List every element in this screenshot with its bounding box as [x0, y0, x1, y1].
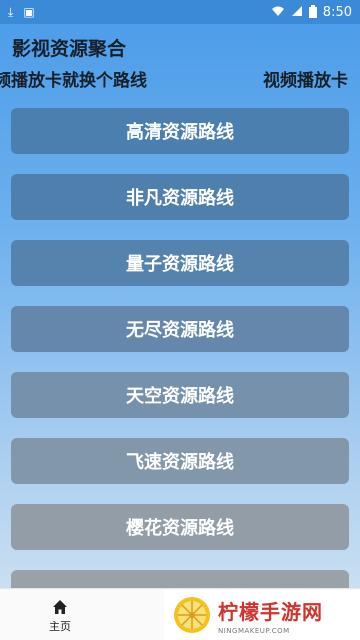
page-title: 影视资源聚合 — [12, 38, 127, 60]
route-list: 高清资源路线 非凡资源路线 量子资源路线 无尽资源路线 天空资源路线 飞速资源路… — [11, 108, 349, 636]
route-button-hd[interactable]: 高清资源路线 — [11, 108, 349, 154]
route-button-feisu[interactable]: 飞速资源路线 — [11, 438, 349, 484]
watermark: 柠檬手游网 NINGMAKEUP.COM — [164, 590, 360, 640]
route-button-yinghua[interactable]: 樱花资源路线 — [11, 504, 349, 550]
marquee-notice: 频播放卡就换个路线 视频播放卡 — [0, 66, 360, 92]
lemon-logo-icon — [174, 597, 210, 633]
marquee-text-right: 视频播放卡 — [263, 71, 348, 91]
route-button-tiankong[interactable]: 天空资源路线 — [11, 372, 349, 418]
clock: 8:50 — [322, 4, 352, 20]
download-icon: ⤓ — [8, 5, 14, 19]
watermark-title: 柠檬手游网 — [218, 599, 323, 624]
app-notification-icon: ▣ — [23, 5, 35, 19]
status-bar: ⤓ ▣ 8:50 — [0, 0, 360, 24]
route-button-feifan[interactable]: 非凡资源路线 — [11, 174, 349, 220]
watermark-subtitle: NINGMAKEUP.COM — [218, 626, 290, 635]
battery-icon — [308, 4, 317, 20]
signal-icon — [291, 5, 303, 19]
nav-home-label: 主页 — [49, 620, 71, 633]
nav-home[interactable]: 主页 — [35, 599, 85, 634]
marquee-text-left: 频播放卡就换个路线 — [0, 71, 147, 91]
route-button-liangzi[interactable]: 量子资源路线 — [11, 240, 349, 286]
home-icon — [53, 600, 67, 614]
wifi-icon — [271, 5, 285, 19]
route-button-wujin[interactable]: 无尽资源路线 — [11, 306, 349, 352]
